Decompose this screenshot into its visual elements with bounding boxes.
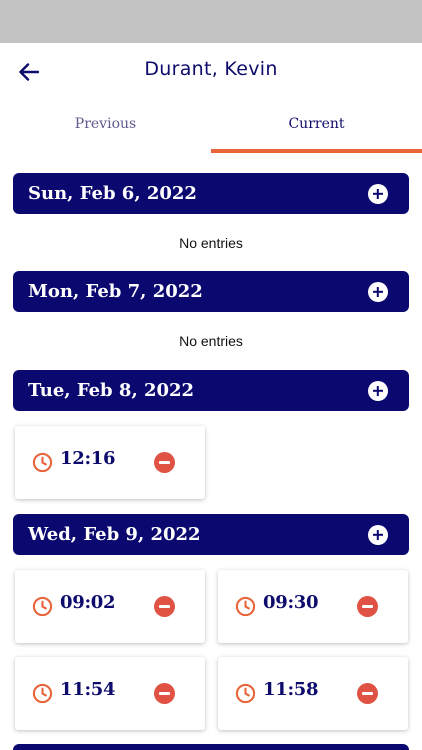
remove-entry-button[interactable] xyxy=(154,596,175,617)
time-entry-card[interactable]: 09:30 xyxy=(218,570,408,643)
remove-entry-button[interactable] xyxy=(357,596,378,617)
day-title: Sun, Feb 6, 2022 xyxy=(28,183,197,204)
remove-entry-button[interactable] xyxy=(154,452,175,473)
tab-bar: Previous Current xyxy=(0,104,422,153)
entry-time: 11:54 xyxy=(60,679,116,700)
clock-icon xyxy=(235,683,256,704)
tab-current[interactable]: Current xyxy=(211,104,422,153)
time-entry-card[interactable]: 12:16 xyxy=(15,426,205,499)
status-bar xyxy=(0,0,422,43)
no-entries-text: No entries xyxy=(179,235,243,251)
app-header: Durant, Kevin xyxy=(0,43,422,99)
page-title: Durant, Kevin xyxy=(144,58,278,80)
clock-icon xyxy=(235,596,256,617)
add-entry-button[interactable] xyxy=(368,184,388,204)
day-title: Wed, Feb 9, 2022 xyxy=(28,524,201,545)
day-title: Mon, Feb 7, 2022 xyxy=(28,281,203,302)
time-entry-card[interactable]: 11:54 xyxy=(15,657,205,730)
entry-time: 09:02 xyxy=(60,592,116,613)
day-title: Tue, Feb 8, 2022 xyxy=(28,380,195,401)
entry-time: 11:58 xyxy=(263,679,319,700)
add-entry-button[interactable] xyxy=(368,381,388,401)
no-entries-text: No entries xyxy=(179,333,243,349)
day-header: Wed, Feb 9, 2022 xyxy=(13,514,409,555)
day-header: Tue, Feb 8, 2022 xyxy=(13,370,409,411)
add-entry-button[interactable] xyxy=(368,282,388,302)
time-entry-card[interactable]: 09:02 xyxy=(15,570,205,643)
entry-time: 12:16 xyxy=(60,448,116,469)
clock-icon xyxy=(32,596,53,617)
clock-icon xyxy=(32,452,53,473)
add-entry-button[interactable] xyxy=(368,525,388,545)
day-header: Mon, Feb 7, 2022 xyxy=(13,271,409,312)
remove-entry-button[interactable] xyxy=(154,683,175,704)
day-list: Sun, Feb 6, 2022 No entries Mon, Feb 7, … xyxy=(0,153,422,750)
day-header xyxy=(13,744,409,750)
remove-entry-button[interactable] xyxy=(357,683,378,704)
day-header: Sun, Feb 6, 2022 xyxy=(13,173,409,214)
time-entry-card[interactable]: 11:58 xyxy=(218,657,408,730)
clock-icon xyxy=(32,683,53,704)
tab-previous[interactable]: Previous xyxy=(0,104,211,153)
entry-time: 09:30 xyxy=(263,592,319,613)
